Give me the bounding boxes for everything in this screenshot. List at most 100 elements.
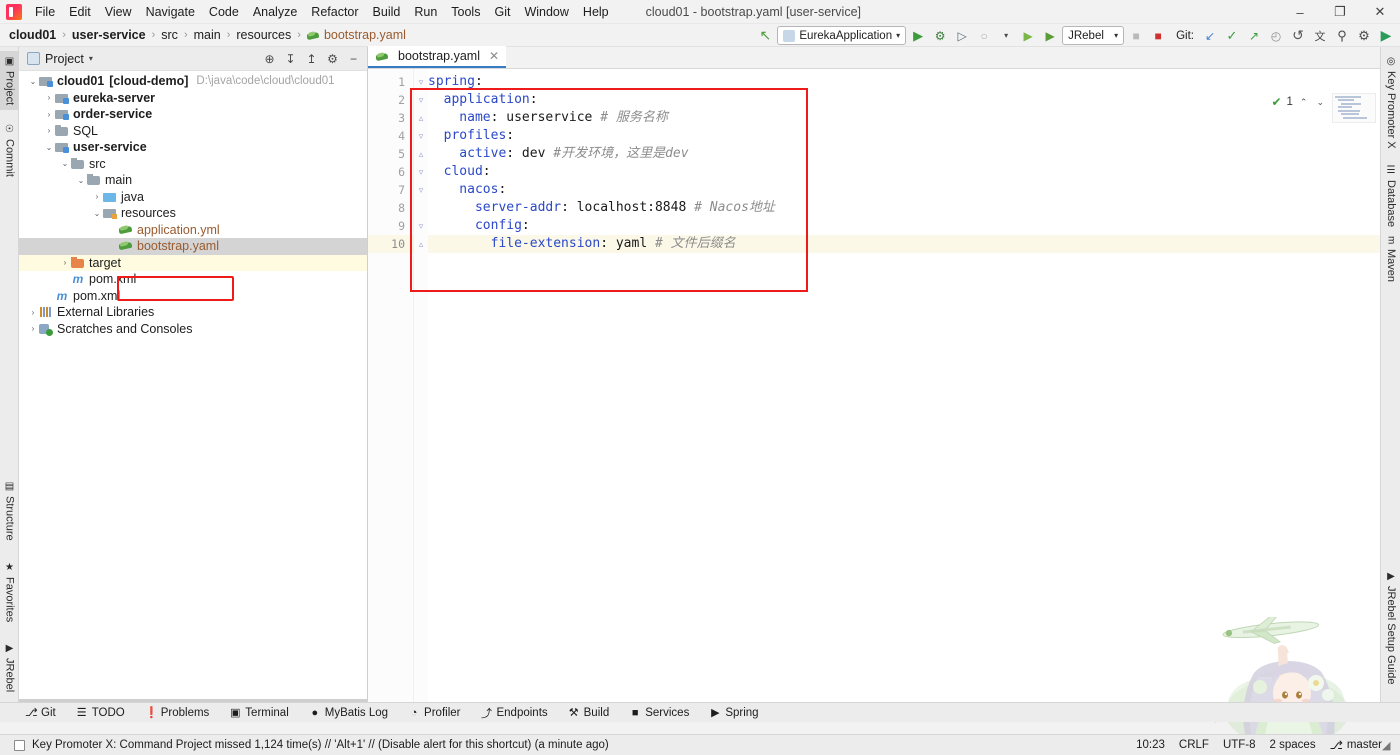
- left-tab-structure[interactable]: ▤ Structure: [0, 476, 19, 546]
- fold-marker-icon[interactable]: ▿: [414, 73, 428, 91]
- tree-node-target[interactable]: › target: [19, 254, 367, 271]
- toolwindow-profiler[interactable]: ◔ Profiler: [405, 706, 463, 720]
- tree-node-scratches-and-consoles[interactable]: › Scratches and Consoles: [19, 321, 367, 338]
- profile-button[interactable]: ○: [974, 26, 994, 45]
- menu-git[interactable]: Git: [487, 2, 517, 22]
- breadcrumb-item-resources[interactable]: resources: [233, 27, 294, 43]
- chevron-right-icon[interactable]: ›: [91, 192, 103, 201]
- settings-icon[interactable]: ⚙: [323, 49, 342, 68]
- right-tab-maven[interactable]: m Maven: [1381, 231, 1400, 286]
- tree-node-resources[interactable]: ⌄ resources: [19, 205, 367, 222]
- tree-node-src[interactable]: ⌄ src: [19, 156, 367, 173]
- menu-navigate[interactable]: Navigate: [139, 2, 202, 22]
- status-clock[interactable]: 10:23: [1136, 739, 1165, 751]
- undo-icon[interactable]: ↺: [1288, 26, 1308, 45]
- toolwindow-services[interactable]: ■ Services: [626, 706, 692, 720]
- code-line[interactable]: name: userservice # 服务名称: [428, 109, 1380, 127]
- chevron-right-icon[interactable]: ›: [59, 258, 71, 267]
- breadcrumb-item-cloud01[interactable]: cloud01: [6, 27, 59, 43]
- run-button[interactable]: ▶: [908, 26, 928, 45]
- left-tab-commit[interactable]: ☉ Commit: [0, 119, 19, 182]
- fold-marker-icon[interactable]: ▿: [414, 127, 428, 145]
- next-problem-icon[interactable]: ⌄: [1314, 97, 1326, 108]
- git-commit-icon[interactable]: ✓: [1222, 26, 1242, 45]
- code-line[interactable]: cloud:: [428, 163, 1380, 181]
- collapse-all-icon[interactable]: ↥: [302, 49, 321, 68]
- previous-problem-icon[interactable]: ⌃: [1298, 97, 1310, 108]
- chevron-down-icon[interactable]: ⌄: [59, 159, 71, 168]
- profile-dropdown-icon[interactable]: ▾: [996, 26, 1016, 45]
- breadcrumb-item-user-service[interactable]: user-service: [69, 27, 149, 43]
- code-line[interactable]: nacos:: [428, 181, 1380, 199]
- menu-build[interactable]: Build: [366, 2, 408, 22]
- jrebel-selector[interactable]: JRebel ▾: [1062, 26, 1125, 45]
- expand-all-icon[interactable]: ↧: [281, 49, 300, 68]
- chevron-right-icon[interactable]: ›: [43, 110, 55, 119]
- menu-analyze[interactable]: Analyze: [246, 2, 304, 22]
- right-tab-jrebel-setup-guide[interactable]: ▶ JRebel Setup Guide: [1381, 566, 1400, 689]
- status-checkbox-icon[interactable]: [14, 739, 25, 751]
- code-line[interactable]: server-addr: localhost:8848 # Nacos地址: [428, 199, 1380, 217]
- tree-node-order-service[interactable]: › order-service: [19, 106, 367, 123]
- toolwindow-problems[interactable]: ❗ Problems: [142, 705, 213, 720]
- menu-refactor[interactable]: Refactor: [304, 2, 365, 22]
- fold-marker-icon[interactable]: ▿: [414, 217, 428, 235]
- toolwindow-todo[interactable]: ☰ TODO: [73, 705, 128, 720]
- tree-node-main[interactable]: ⌄ main: [19, 172, 367, 189]
- menu-view[interactable]: View: [98, 2, 139, 22]
- chevron-right-icon[interactable]: ›: [27, 308, 39, 317]
- code-editor[interactable]: 1 2 3 4 5 6 7 8 9 10 ▿ ▿ ▵ ▿ ▵ ▿ ▿ ▿ ▵ spring: applicatio…: [368, 69, 1380, 708]
- fold-marker-icon[interactable]: ▿: [414, 181, 428, 199]
- menu-window[interactable]: Window: [517, 2, 575, 22]
- tree-node-sql[interactable]: › SQL: [19, 123, 367, 140]
- toolwindow-git[interactable]: ⎇ Git: [22, 705, 59, 720]
- tree-node-bootstrap-yaml[interactable]: bootstrap.yaml: [19, 238, 367, 255]
- tree-node-pom-xml[interactable]: m pom.xml: [19, 271, 367, 288]
- toolwindow-spring[interactable]: ▶ Spring: [706, 705, 761, 720]
- stop-all-button[interactable]: ■: [1148, 26, 1168, 45]
- left-tab-jrebel[interactable]: ▶ JRebel: [0, 638, 19, 697]
- fold-marker-icon[interactable]: ▵: [414, 235, 428, 253]
- menu-code[interactable]: Code: [202, 2, 246, 22]
- stop-button[interactable]: ■: [1126, 26, 1146, 45]
- tree-node-external-libraries[interactable]: › External Libraries: [19, 304, 367, 321]
- tree-node-application-yml[interactable]: application.yml: [19, 222, 367, 239]
- git-history-icon[interactable]: ◴: [1266, 26, 1286, 45]
- fold-markers-column[interactable]: ▿ ▿ ▵ ▿ ▵ ▿ ▿ ▿ ▵: [414, 69, 428, 708]
- tree-node-pom-xml[interactable]: m pom.xml: [19, 288, 367, 305]
- hide-icon[interactable]: −: [344, 49, 363, 68]
- run-configuration-selector[interactable]: EurekaApplication ▾: [777, 26, 907, 45]
- chevron-down-icon[interactable]: ⌄: [43, 143, 55, 152]
- left-tab-favorites[interactable]: ★ Favorites: [0, 557, 19, 627]
- close-button[interactable]: ✕: [1360, 0, 1400, 24]
- menu-help[interactable]: Help: [576, 2, 616, 22]
- resize-grip-icon[interactable]: ◢: [1382, 739, 1394, 752]
- toolwindow-mybatis-log[interactable]: ● MyBatis Log: [306, 706, 391, 720]
- code-line[interactable]: application:: [428, 91, 1380, 109]
- status-encoding[interactable]: UTF-8: [1223, 739, 1256, 751]
- menu-file[interactable]: File: [28, 2, 62, 22]
- menu-edit[interactable]: Edit: [62, 2, 98, 22]
- breadcrumb-item-bootstrap-yaml[interactable]: bootstrap.yaml: [304, 27, 409, 43]
- chevron-right-icon[interactable]: ›: [43, 93, 55, 102]
- menu-tools[interactable]: Tools: [444, 2, 487, 22]
- play-green-icon[interactable]: ▶: [1376, 26, 1396, 45]
- status-indent[interactable]: 2 spaces: [1270, 739, 1316, 751]
- project-view-chevron-down-icon[interactable]: ▾: [89, 54, 93, 63]
- chevron-right-icon[interactable]: ›: [27, 324, 39, 333]
- fold-marker-icon[interactable]: ▵: [414, 109, 428, 127]
- locate-icon[interactable]: ⊕: [260, 49, 279, 68]
- tree-node-user-service[interactable]: ⌄ user-service: [19, 139, 367, 156]
- inspection-widget[interactable]: ✔ 1 ⌃ ⌄: [1271, 95, 1326, 109]
- git-push-icon[interactable]: ↗: [1244, 26, 1264, 45]
- status-line-separator[interactable]: CRLF: [1179, 739, 1209, 751]
- left-tab-project[interactable]: ▣ Project: [0, 51, 19, 111]
- editor-tab-bootstrap-yaml[interactable]: bootstrap.yaml ✕: [368, 46, 507, 68]
- chevron-down-icon[interactable]: ⌄: [75, 176, 87, 185]
- breadcrumb-item-src[interactable]: src: [158, 27, 181, 43]
- run-with-coverage-button[interactable]: ▷: [952, 26, 972, 45]
- tree-node-java[interactable]: › java: [19, 189, 367, 206]
- breadcrumb-item-main[interactable]: main: [191, 27, 224, 43]
- translate-icon[interactable]: 文: [1310, 26, 1330, 45]
- menu-run[interactable]: Run: [407, 2, 444, 22]
